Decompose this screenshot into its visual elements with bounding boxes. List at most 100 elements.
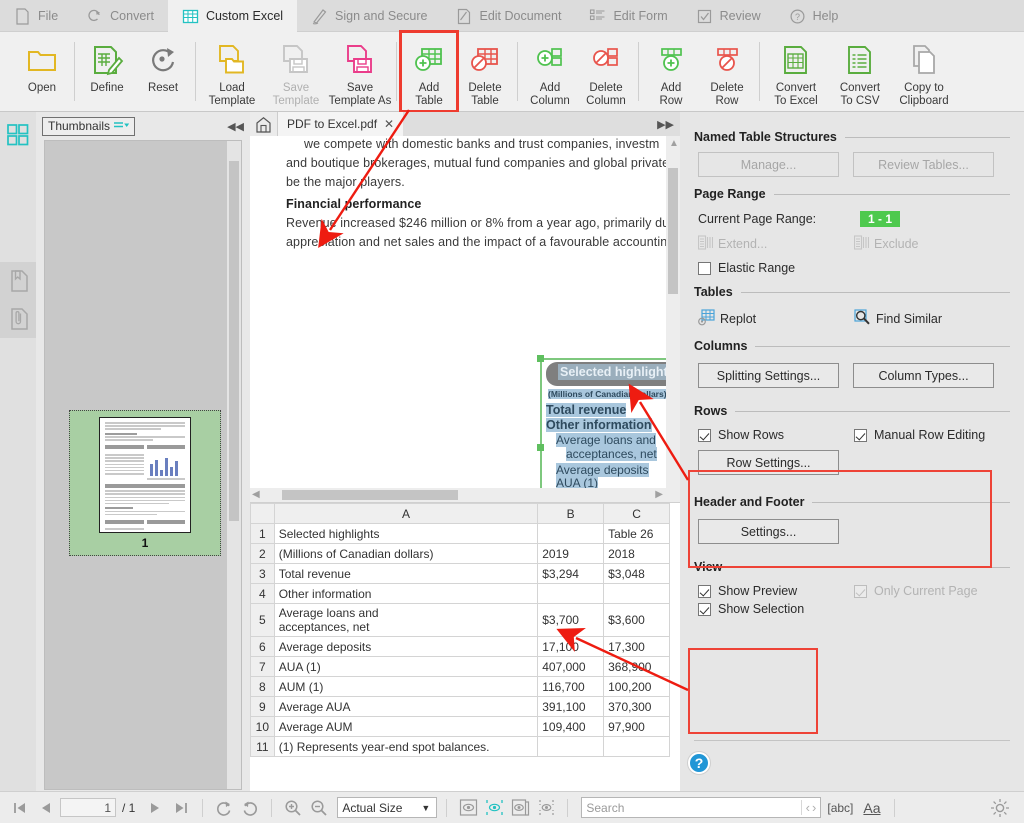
tab-sign-and-secure[interactable]: Sign and Secure bbox=[297, 0, 441, 32]
manual-row-editing-checkbox[interactable]: Manual Row Editing bbox=[854, 428, 1010, 442]
column-header-c[interactable]: C bbox=[603, 503, 670, 524]
first-page-icon[interactable] bbox=[8, 796, 32, 820]
convert-to-csv-button[interactable]: Convert To CSV bbox=[828, 32, 892, 111]
thumbnail-mode-select[interactable]: Thumbnails bbox=[42, 116, 136, 136]
row-header[interactable]: 3 bbox=[250, 563, 275, 584]
document-horizontal-scrollbar[interactable]: ◀ ▶ bbox=[250, 488, 680, 502]
manage-button[interactable]: Manage... bbox=[698, 152, 839, 177]
column-header-a[interactable]: A bbox=[273, 503, 539, 524]
add-column-button[interactable]: Add Column bbox=[522, 32, 578, 111]
row-header[interactable]: 9 bbox=[250, 696, 275, 717]
extend-button[interactable]: Extend... bbox=[697, 235, 854, 253]
attachment-icon[interactable] bbox=[0, 300, 36, 338]
zoom-in-icon[interactable] bbox=[281, 796, 305, 820]
continuous-icon[interactable] bbox=[482, 796, 506, 820]
row-header[interactable]: 5 bbox=[250, 603, 275, 637]
elastic-range-checkbox[interactable]: Elastic Range bbox=[698, 261, 868, 275]
cell-c9[interactable]: 370,300 bbox=[603, 696, 670, 717]
row-header[interactable]: 11 bbox=[250, 736, 275, 757]
tab-overflow-button[interactable]: ▶▶ bbox=[657, 112, 680, 136]
row-header[interactable]: 10 bbox=[250, 716, 275, 737]
thumbnail-item-1[interactable]: 1 bbox=[69, 410, 221, 556]
split-icon[interactable] bbox=[534, 796, 558, 820]
aa-button[interactable]: Aa bbox=[859, 800, 884, 816]
tab-edit-form[interactable]: Edit Form bbox=[575, 0, 681, 32]
tab-convert[interactable]: Convert bbox=[72, 0, 168, 32]
cell-a4[interactable]: Other information bbox=[273, 583, 539, 604]
tab-custom-excel[interactable]: Custom Excel bbox=[167, 0, 298, 32]
table-row[interactable]: 9 Average AUA 391,100 370,300 bbox=[250, 696, 670, 717]
help-button[interactable]: ? bbox=[688, 752, 710, 774]
brightness-icon[interactable] bbox=[988, 796, 1012, 820]
tab-help[interactable]: ? Help bbox=[775, 0, 853, 32]
cell-b9[interactable]: 391,100 bbox=[537, 696, 605, 717]
sheet-table[interactable]: A B C 1 Selected highlights Table 26 2 (Mill… bbox=[250, 503, 670, 757]
reset-button[interactable]: Reset bbox=[135, 32, 191, 111]
exclude-button[interactable]: Exclude bbox=[853, 235, 1010, 253]
row-settings-button[interactable]: Row Settings... bbox=[698, 450, 839, 475]
zoom-out-icon[interactable] bbox=[307, 796, 331, 820]
extracted-table-grid[interactable]: A B C 1 Selected highlights Table 26 2 (Mill… bbox=[250, 502, 680, 791]
table-row[interactable]: 3 Total revenue $3,294 $3,048 bbox=[250, 563, 670, 584]
next-page-icon[interactable] bbox=[143, 796, 167, 820]
delete-row-button[interactable]: Delete Row bbox=[699, 32, 755, 111]
document-vertical-scrollbar[interactable]: ▲ ▼ bbox=[666, 136, 680, 502]
add-row-button[interactable]: Add Row bbox=[643, 32, 699, 111]
prev-page-icon[interactable] bbox=[34, 796, 58, 820]
cell-c4[interactable] bbox=[603, 583, 670, 604]
splitting-settings-button[interactable]: Splitting Settings... bbox=[698, 363, 839, 388]
cell-b1[interactable] bbox=[537, 523, 605, 544]
thumbnail-scrollbar[interactable] bbox=[227, 141, 241, 789]
cell-c1[interactable]: Table 26 bbox=[603, 523, 670, 544]
review-tables-button[interactable]: Review Tables... bbox=[853, 152, 994, 177]
row-header[interactable]: 6 bbox=[250, 636, 275, 657]
tab-file[interactable]: File bbox=[0, 0, 72, 32]
table-row[interactable]: 10 Average AUM 109,400 97,900 bbox=[250, 716, 670, 737]
abc-button[interactable]: [abc] bbox=[823, 801, 857, 815]
cell-c3[interactable]: $3,048 bbox=[603, 563, 670, 584]
save-template-as-button[interactable]: Save Template As bbox=[328, 32, 392, 111]
home-icon[interactable] bbox=[250, 112, 278, 136]
show-preview-checkbox[interactable]: Show Preview bbox=[698, 584, 854, 598]
cell-a1[interactable]: Selected highlights bbox=[273, 523, 539, 544]
column-types-button[interactable]: Column Types... bbox=[853, 363, 994, 388]
search-input[interactable] bbox=[586, 800, 801, 815]
rotate-cw-icon[interactable] bbox=[212, 796, 236, 820]
resize-handle-ml[interactable] bbox=[537, 444, 544, 451]
cell-c8[interactable]: 100,200 bbox=[603, 676, 670, 697]
replot-button[interactable]: Replot bbox=[698, 309, 854, 329]
cell-b7[interactable]: 407,000 bbox=[537, 656, 605, 677]
document-tab-pdf-to-excel[interactable]: PDF to Excel.pdf ✕ bbox=[278, 112, 404, 136]
row-header[interactable]: 4 bbox=[250, 583, 275, 604]
find-similar-button[interactable]: Find Similar bbox=[854, 309, 1010, 329]
header-footer-settings-button[interactable]: Settings... bbox=[698, 519, 839, 544]
page-number-input[interactable] bbox=[60, 798, 116, 817]
chevron-right-icon[interactable]: › bbox=[812, 800, 816, 815]
bookmark-icon[interactable] bbox=[0, 262, 36, 300]
table-row[interactable]: 7 AUA (1) 407,000 368,900 bbox=[250, 656, 670, 677]
single-page-icon[interactable] bbox=[456, 796, 480, 820]
close-icon[interactable]: ✕ bbox=[384, 117, 394, 131]
table-row[interactable]: 6 Average deposits 17,100 17,300 bbox=[250, 636, 670, 657]
row-header[interactable]: 7 bbox=[250, 656, 275, 677]
save-template-button[interactable]: Save Template bbox=[264, 32, 328, 111]
delete-column-button[interactable]: Delete Column bbox=[578, 32, 634, 111]
cell-b8[interactable]: 116,700 bbox=[537, 676, 605, 697]
table-row[interactable]: 5 Average loans and acceptances, net $3,70… bbox=[250, 603, 670, 637]
cell-c10[interactable]: 97,900 bbox=[603, 716, 670, 737]
load-template-button[interactable]: Load Template bbox=[200, 32, 264, 111]
last-page-icon[interactable] bbox=[169, 796, 193, 820]
show-rows-checkbox[interactable]: Show Rows bbox=[698, 428, 854, 442]
cell-a7[interactable]: AUA (1) bbox=[273, 656, 539, 677]
cell-a10[interactable]: Average AUM bbox=[273, 716, 539, 737]
zoom-level-select[interactable]: Actual Size ▼ bbox=[337, 797, 438, 818]
cell-c7[interactable]: 368,900 bbox=[603, 656, 670, 677]
cell-b10[interactable]: 109,400 bbox=[537, 716, 605, 737]
document-preview[interactable]: we compete with domestic banks and trust… bbox=[250, 136, 680, 502]
row-header[interactable]: 8 bbox=[250, 676, 275, 697]
cell-b2[interactable]: 2019 bbox=[537, 543, 605, 564]
table-row[interactable]: 1 Selected highlights Table 26 bbox=[250, 523, 670, 544]
convert-to-excel-button[interactable]: Convert To Excel bbox=[764, 32, 828, 111]
cell-c2[interactable]: 2018 bbox=[603, 543, 670, 564]
search-box[interactable]: ‹ › bbox=[581, 797, 822, 818]
